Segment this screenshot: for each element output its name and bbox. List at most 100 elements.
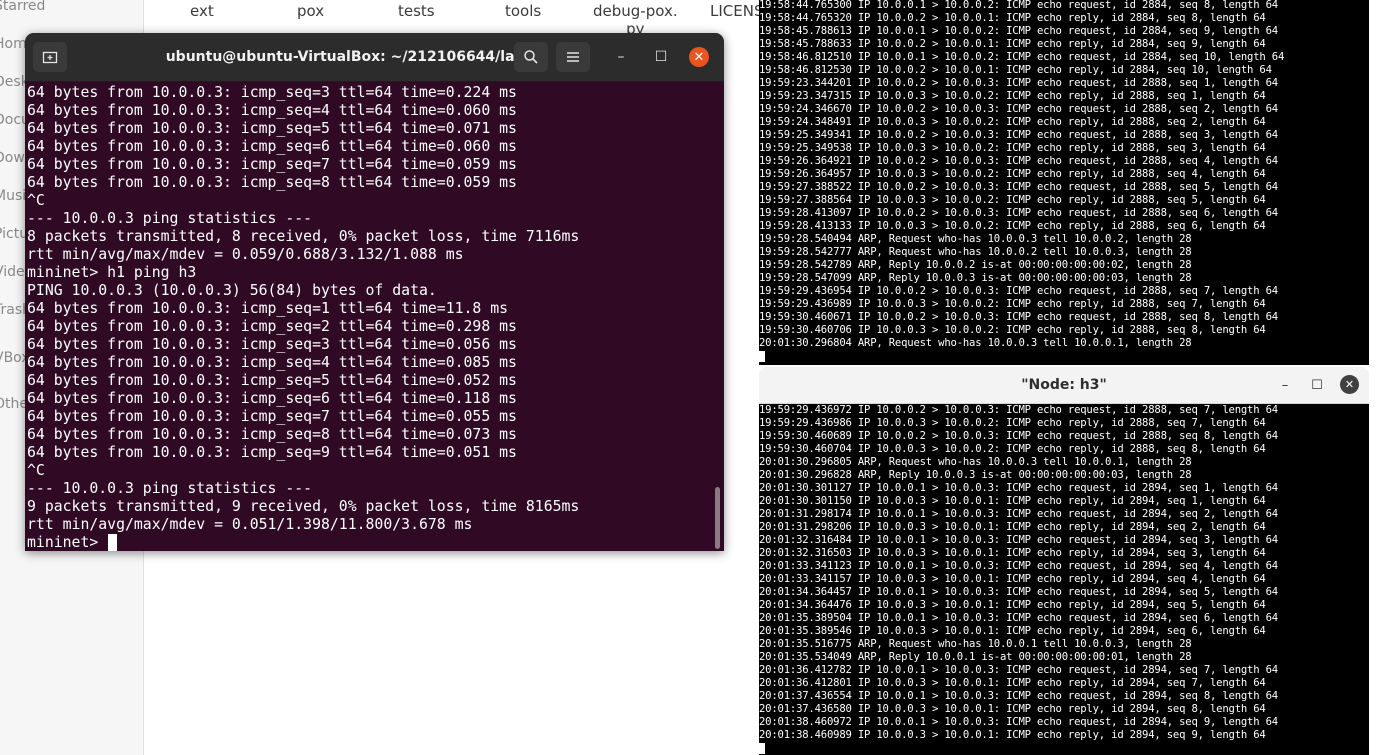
- terminal-output-line: 64 bytes from 10.0.0.3: icmp_seq=8 ttl=6…: [27, 174, 517, 191]
- xterm-top-line: 20:01:30.296804 ARP, Request who-has 10.…: [759, 337, 1192, 349]
- node-h3-line: 19:59:30.460704 IP 10.0.0.3 > 10.0.0.2: …: [759, 443, 1266, 455]
- terminal-title: ubuntu@ubuntu-VirtualBox: ~/212106644/la…: [165, 49, 535, 65]
- sidebar-item-starred[interactable]: Starred: [0, 0, 45, 14]
- terminal-headerbar[interactable]: ubuntu@ubuntu-VirtualBox: ~/212106644/la…: [25, 33, 724, 82]
- xterm-top-window[interactable]: 19:58:44.765300 IP 10.0.0.1 > 10.0.0.2: …: [759, 0, 1369, 365]
- file-item-tests[interactable]: tests: [398, 2, 435, 20]
- node-h3-line: 20:01:33.341157 IP 10.0.0.3 > 10.0.0.1: …: [759, 573, 1266, 585]
- close-icon[interactable]: ✕: [1340, 375, 1359, 394]
- node-h3-line: 20:01:31.298206 IP 10.0.0.3 > 10.0.0.1: …: [759, 521, 1266, 533]
- terminal-output-line: 64 bytes from 10.0.0.3: icmp_seq=9 ttl=6…: [27, 444, 517, 461]
- terminal-output-line: 64 bytes from 10.0.0.3: icmp_seq=3 ttl=6…: [27, 336, 517, 353]
- node-h3-line: 20:01:30.301150 IP 10.0.0.3 > 10.0.0.1: …: [759, 495, 1266, 507]
- terminal-prompt: mininet>: [27, 534, 108, 551]
- xterm-top-line: 19:59:25.349341 IP 10.0.0.2 > 10.0.0.3: …: [759, 129, 1278, 141]
- xterm-top-line: 19:59:24.348491 IP 10.0.0.3 > 10.0.0.2: …: [759, 116, 1266, 128]
- node-h3-line: 20:01:37.436580 IP 10.0.0.3 > 10.0.0.1: …: [759, 703, 1266, 715]
- terminal-output-line: 64 bytes from 10.0.0.3: icmp_seq=4 ttl=6…: [27, 354, 517, 371]
- node-h3-terminal[interactable]: 19:59:29.436972 IP 10.0.0.2 > 10.0.0.3: …: [759, 404, 1369, 755]
- maximize-icon[interactable]: ☐: [651, 47, 671, 67]
- node-h3-line: 19:59:30.460689 IP 10.0.0.2 > 10.0.0.3: …: [759, 430, 1278, 442]
- terminal-output-line: 64 bytes from 10.0.0.3: icmp_seq=5 ttl=6…: [27, 372, 517, 389]
- xterm-top-line: 19:58:45.788633 IP 10.0.0.2 > 10.0.0.1: …: [759, 38, 1266, 50]
- hamburger-menu-icon: [567, 52, 579, 62]
- node-h3-line: 20:01:35.534049 ARP, Reply 10.0.0.1 is-a…: [759, 651, 1192, 663]
- xterm-top-line: 19:58:46.812510 IP 10.0.0.1 > 10.0.0.2: …: [759, 51, 1285, 63]
- terminal-output-line: 64 bytes from 10.0.0.3: icmp_seq=6 ttl=6…: [27, 138, 517, 155]
- node-h3-line: 20:01:36.412782 IP 10.0.0.1 > 10.0.0.3: …: [759, 664, 1278, 676]
- xterm-top-line: 19:58:44.765300 IP 10.0.0.1 > 10.0.0.2: …: [759, 0, 1278, 11]
- terminal-scrollbar[interactable]: [715, 487, 720, 549]
- xterm-top-line: 19:59:23.344201 IP 10.0.0.2 > 10.0.0.3: …: [759, 77, 1278, 89]
- file-item-tools[interactable]: tools: [505, 2, 541, 20]
- terminal-output-line: 64 bytes from 10.0.0.3: icmp_seq=3 ttl=6…: [27, 84, 517, 101]
- search-button[interactable]: [514, 42, 548, 72]
- xterm-top-line: 19:59:28.542789 ARP, Reply 10.0.0.2 is-a…: [759, 259, 1192, 271]
- node-h3-line: 20:01:34.364457 IP 10.0.0.1 > 10.0.0.3: …: [759, 586, 1278, 598]
- terminal-prompt-line[interactable]: mininet>: [27, 534, 118, 551]
- xterm-top-line: 19:58:46.812530 IP 10.0.0.2 > 10.0.0.1: …: [759, 64, 1272, 76]
- node-h3-line: 19:59:29.436986 IP 10.0.0.3 > 10.0.0.2: …: [759, 417, 1266, 429]
- xterm-top-line: 19:58:44.765320 IP 10.0.0.2 > 10.0.0.1: …: [759, 12, 1266, 24]
- node-h3-line: 20:01:33.341123 IP 10.0.0.1 > 10.0.0.3: …: [759, 560, 1278, 572]
- xterm-top-line: 19:59:30.460706 IP 10.0.0.3 > 10.0.0.2: …: [759, 324, 1266, 336]
- node-h3-line: 20:01:38.460989 IP 10.0.0.3 > 10.0.0.1: …: [759, 729, 1266, 741]
- node-h3-line: 20:01:30.301127 IP 10.0.0.1 > 10.0.0.3: …: [759, 482, 1278, 494]
- node-h3-line: 20:01:38.460972 IP 10.0.0.1 > 10.0.0.3: …: [759, 716, 1278, 728]
- terminal-output-line: rtt min/avg/max/mdev = 0.051/1.398/11.80…: [27, 516, 473, 533]
- terminal-output-line: PING 10.0.0.3 (10.0.0.3) 56(84) bytes of…: [27, 282, 437, 299]
- node-h3-line: 20:01:37.436554 IP 10.0.0.1 > 10.0.0.3: …: [759, 690, 1278, 702]
- xterm-top-line: 19:59:27.388522 IP 10.0.0.2 > 10.0.0.3: …: [759, 181, 1278, 193]
- terminal-window[interactable]: ubuntu@ubuntu-VirtualBox: ~/212106644/la…: [25, 33, 724, 551]
- terminal-output-line: 64 bytes from 10.0.0.3: icmp_seq=6 ttl=6…: [27, 390, 517, 407]
- file-item-pox[interactable]: pox: [297, 2, 324, 20]
- new-tab-button[interactable]: [33, 42, 67, 72]
- node-h3-line: 20:01:35.389504 IP 10.0.0.1 > 10.0.0.3: …: [759, 612, 1278, 624]
- close-icon[interactable]: ✕: [689, 47, 709, 67]
- xterm-top-line: 19:59:28.413097 IP 10.0.0.2 > 10.0.0.3: …: [759, 207, 1278, 219]
- xterm-top-line: 19:59:26.364957 IP 10.0.0.3 > 10.0.0.2: …: [759, 168, 1266, 180]
- xterm-top-line: 19:59:25.349538 IP 10.0.0.3 > 10.0.0.2: …: [759, 142, 1266, 154]
- node-h3-cursor-line: [759, 742, 765, 755]
- terminal-output-line: mininet> h1 ping h3: [27, 264, 197, 281]
- xterm-top-line: 19:59:29.436954 IP 10.0.0.2 > 10.0.0.3: …: [759, 285, 1278, 297]
- xterm-top-line: 19:59:24.346670 IP 10.0.0.2 > 10.0.0.3: …: [759, 103, 1278, 115]
- text-cursor: [108, 534, 118, 551]
- node-h3-line: 20:01:30.296828 ARP, Reply 10.0.0.3 is-a…: [759, 469, 1192, 481]
- node-h3-line: 20:01:34.364476 IP 10.0.0.3 > 10.0.0.1: …: [759, 599, 1266, 611]
- terminal-output-line: ^C: [27, 462, 45, 479]
- xterm-top-line: 19:59:26.364921 IP 10.0.0.2 > 10.0.0.3: …: [759, 155, 1278, 167]
- xterm-top-cursor-line: [759, 350, 765, 363]
- xterm-top-line: 19:59:28.542777 ARP, Request who-has 10.…: [759, 246, 1192, 258]
- node-h3-line: 20:01:35.389546 IP 10.0.0.3 > 10.0.0.1: …: [759, 625, 1266, 637]
- terminal-output-line: --- 10.0.0.3 ping statistics ---: [27, 480, 313, 497]
- xterm-top-line: 19:59:27.388564 IP 10.0.0.3 > 10.0.0.2: …: [759, 194, 1266, 206]
- maximize-icon[interactable]: ☐: [1308, 376, 1326, 394]
- node-h3-line: 20:01:32.316503 IP 10.0.0.3 > 10.0.0.1: …: [759, 547, 1266, 559]
- node-h3-titlebar[interactable]: "Node: h3" – ☐ ✕: [759, 367, 1369, 404]
- terminal-output-line: 9 packets transmitted, 9 received, 0% pa…: [27, 498, 580, 515]
- terminal-output-line: --- 10.0.0.3 ping statistics ---: [27, 210, 313, 227]
- terminal-output-line: 64 bytes from 10.0.0.3: icmp_seq=1 ttl=6…: [27, 300, 509, 317]
- xterm-top-line: 19:59:30.460671 IP 10.0.0.2 > 10.0.0.3: …: [759, 311, 1278, 323]
- text-cursor: [759, 742, 765, 754]
- terminal-output-line: 64 bytes from 10.0.0.3: icmp_seq=8 ttl=6…: [27, 426, 517, 443]
- xterm-top-line: 19:59:28.547099 ARP, Reply 10.0.0.3 is-a…: [759, 272, 1192, 284]
- minimize-icon[interactable]: –: [1276, 376, 1294, 394]
- terminal-output-line: 64 bytes from 10.0.0.3: icmp_seq=7 ttl=6…: [27, 156, 517, 173]
- xterm-top-line: 19:59:28.540494 ARP, Request who-has 10.…: [759, 233, 1192, 245]
- minimize-icon[interactable]: –: [611, 47, 631, 67]
- terminal-output[interactable]: 64 bytes from 10.0.0.3: icmp_seq=3 ttl=6…: [25, 82, 724, 551]
- file-item-ext[interactable]: ext: [190, 2, 214, 20]
- xterm-top-line: 19:59:23.347315 IP 10.0.0.3 > 10.0.0.2: …: [759, 90, 1266, 102]
- node-h3-line: 20:01:31.298174 IP 10.0.0.1 > 10.0.0.3: …: [759, 508, 1278, 520]
- terminal-output-line: rtt min/avg/max/mdev = 0.059/0.688/3.132…: [27, 246, 464, 263]
- node-h3-line: 20:01:30.296805 ARP, Request who-has 10.…: [759, 456, 1192, 468]
- terminal-output-line: 64 bytes from 10.0.0.3: icmp_seq=4 ttl=6…: [27, 102, 517, 119]
- terminal-output-line: 8 packets transmitted, 8 received, 0% pa…: [27, 228, 580, 245]
- terminal-output-line: 64 bytes from 10.0.0.3: icmp_seq=5 ttl=6…: [27, 120, 517, 137]
- search-icon: [524, 50, 538, 64]
- terminal-output-line: 64 bytes from 10.0.0.3: icmp_seq=2 ttl=6…: [27, 318, 517, 335]
- new-tab-icon: [42, 51, 58, 64]
- menu-button[interactable]: [556, 42, 590, 72]
